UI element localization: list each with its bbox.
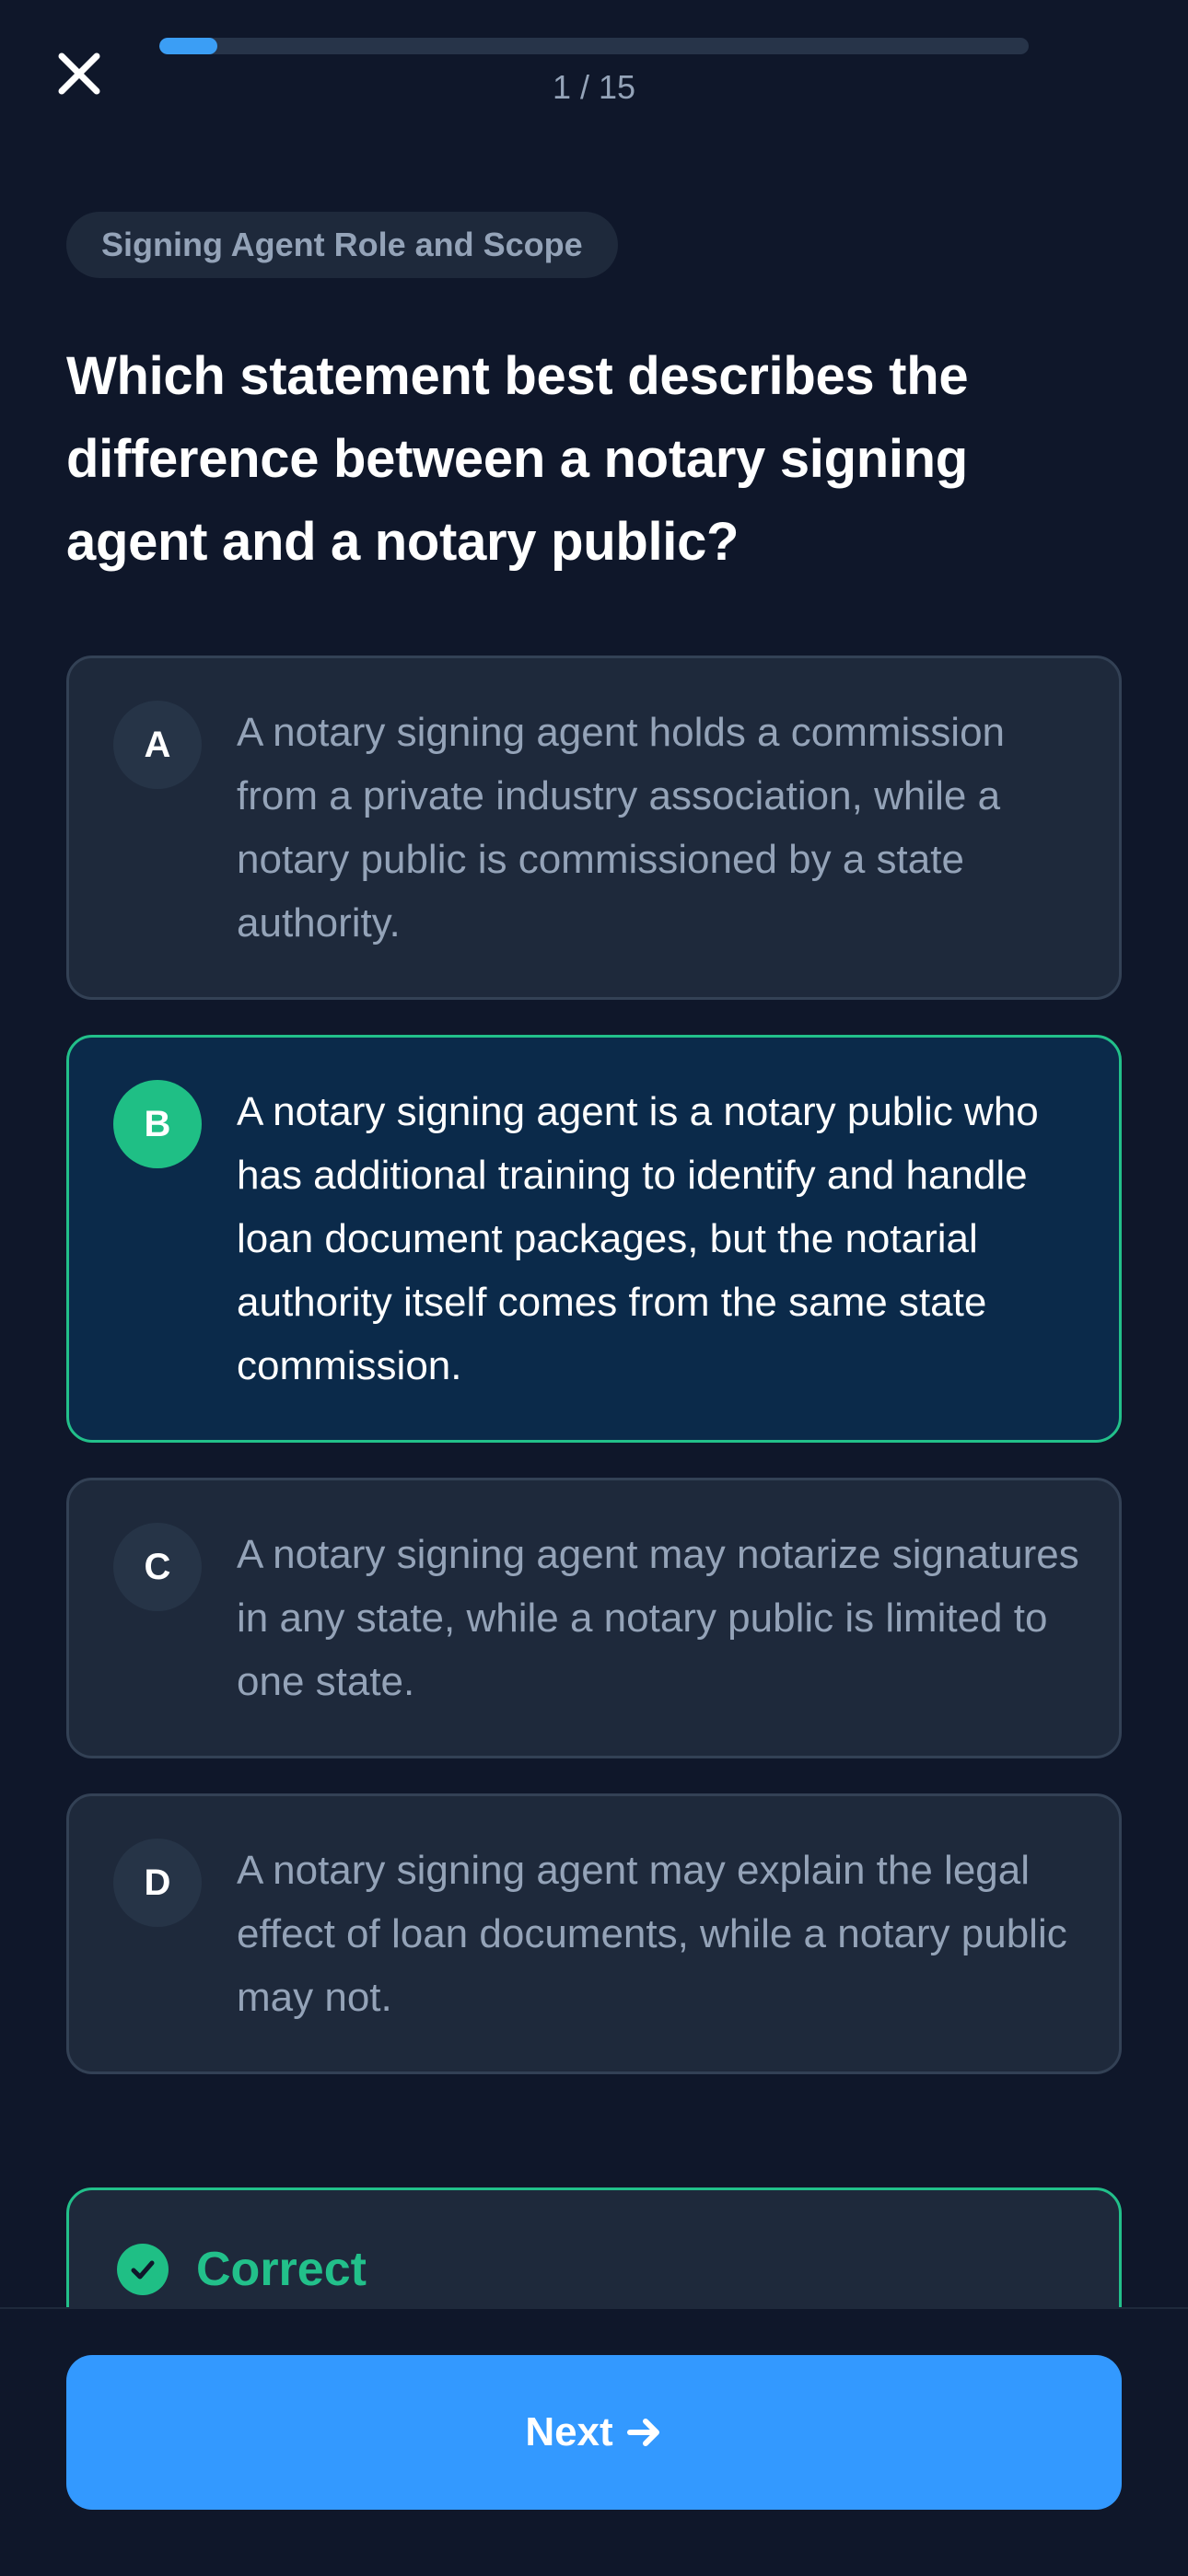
- feedback-header: Correct: [117, 2242, 367, 2297]
- answer-option-a[interactable]: A A notary signing agent holds a commiss…: [66, 656, 1122, 1000]
- option-text: A notary signing agent may explain the l…: [237, 1848, 1067, 2020]
- bottom-action-bar: Next: [0, 2307, 1188, 2576]
- next-button[interactable]: Next: [66, 2355, 1122, 2510]
- category-tag: Signing Agent Role and Scope: [66, 212, 618, 278]
- progress-counter: 1 / 15: [552, 68, 636, 106]
- top-bar: 1 / 15: [0, 0, 1188, 129]
- check-circle-icon: [117, 2244, 169, 2295]
- next-button-label: Next: [525, 2409, 613, 2454]
- arrow-right-icon: [626, 2416, 663, 2449]
- question-text: Which statement best describes the diffe…: [66, 346, 969, 572]
- option-letter-badge: A: [113, 701, 202, 789]
- answer-option-c[interactable]: C A notary signing agent may notarize si…: [66, 1478, 1122, 1758]
- question-content: Signing Agent Role and Scope Which state…: [66, 212, 1122, 2109]
- answer-option-d[interactable]: D A notary signing agent may explain the…: [66, 1793, 1122, 2074]
- option-letter-badge: D: [113, 1839, 202, 1927]
- option-letter-badge: C: [113, 1523, 202, 1611]
- option-letter-badge: B: [113, 1080, 202, 1168]
- option-text: A notary signing agent is a notary publi…: [237, 1089, 1039, 1388]
- option-text: A notary signing agent holds a commissio…: [237, 710, 1006, 946]
- answer-option-b[interactable]: B A notary signing agent is a notary pub…: [66, 1035, 1122, 1443]
- option-text: A notary signing agent may notarize sign…: [237, 1532, 1079, 1704]
- progress-bar: [159, 38, 1029, 54]
- feedback-title: Correct: [196, 2243, 367, 2296]
- answer-options: A A notary signing agent holds a commiss…: [66, 656, 1122, 2074]
- progress-bar-fill: [159, 38, 217, 54]
